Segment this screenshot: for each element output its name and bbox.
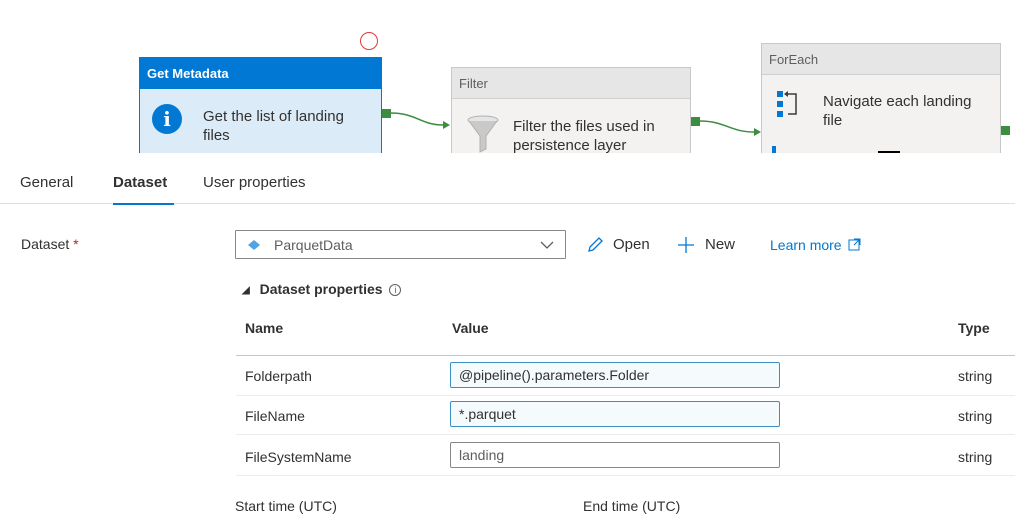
activity-get-metadata[interactable]: Get Metadata i Get the list of landing f… xyxy=(139,57,382,153)
table-divider xyxy=(236,355,1015,356)
activity-title: Filter xyxy=(452,68,690,99)
activity-description-line: Navigate each landing xyxy=(823,93,972,110)
property-value-input[interactable]: @pipeline().parameters.Folder xyxy=(450,362,780,388)
activity-description-line: Get the list of landing xyxy=(203,108,344,125)
foreach-icon xyxy=(777,91,797,117)
tab-dataset[interactable]: Dataset xyxy=(113,174,167,191)
pencil-icon xyxy=(588,237,603,252)
start-time-label: Start time (UTC) xyxy=(235,498,337,514)
row-divider xyxy=(236,475,1015,476)
filter-icon xyxy=(467,115,499,153)
active-tab-underline xyxy=(113,203,174,205)
dataset-select-value: ParquetData xyxy=(274,237,353,253)
tab-general[interactable]: General xyxy=(20,174,73,191)
chevron-down-icon xyxy=(540,241,554,249)
output-port[interactable] xyxy=(691,117,700,126)
property-value-input[interactable]: landing xyxy=(450,442,780,468)
dataset-icon xyxy=(248,240,260,250)
activity-foreach[interactable]: ForEach Navigate each landing file xyxy=(761,43,1001,153)
activity-filter[interactable]: Filter Filter the files used in persiste… xyxy=(451,67,691,153)
required-marker: * xyxy=(73,236,79,252)
dataset-properties-toggle[interactable]: ◢ Dataset properties i xyxy=(242,281,402,297)
property-name: FileName xyxy=(245,408,305,424)
collapse-triangle-icon: ◢ xyxy=(242,285,250,296)
property-type: string xyxy=(958,368,993,384)
learn-more-link[interactable]: Learn more xyxy=(770,237,861,253)
activity-description-line: persistence layer xyxy=(513,137,627,153)
property-value-input[interactable]: *.parquet xyxy=(450,401,780,427)
property-type: string xyxy=(958,449,993,465)
row-divider xyxy=(236,395,1015,396)
pipeline-canvas[interactable]: Get Metadata i Get the list of landing f… xyxy=(0,0,1015,153)
tab-user-properties[interactable]: User properties xyxy=(203,174,306,191)
activity-description-line: files xyxy=(203,127,230,144)
property-type: string xyxy=(958,408,993,424)
external-link-icon xyxy=(848,238,861,251)
column-header-name: Name xyxy=(245,320,284,336)
connector-arrow xyxy=(391,112,450,129)
row-divider xyxy=(236,434,1015,435)
plus-icon xyxy=(678,237,694,253)
property-name: Folderpath xyxy=(245,368,312,384)
activity-action-circle-icon[interactable] xyxy=(360,32,378,50)
activity-description-line: Filter the files used in xyxy=(513,118,655,135)
column-header-type: Type xyxy=(958,320,990,336)
activity-description-line: file xyxy=(823,112,843,129)
property-name: FileSystemName xyxy=(245,449,352,465)
dataset-label: Dataset * xyxy=(21,236,79,252)
connector-arrow xyxy=(700,120,761,136)
column-header-value: Value xyxy=(452,320,489,336)
output-port[interactable] xyxy=(382,109,391,118)
info-circle-icon: i xyxy=(389,284,402,296)
inner-activity-indicator xyxy=(772,146,776,153)
output-port[interactable] xyxy=(1001,126,1010,135)
activity-title: ForEach xyxy=(762,44,1000,75)
activity-title: Get Metadata xyxy=(140,58,381,89)
info-icon: i xyxy=(152,104,182,134)
properties-tab-bar: General Dataset User properties xyxy=(0,153,1015,204)
end-time-label: End time (UTC) xyxy=(583,498,681,514)
dataset-select[interactable]: ParquetData xyxy=(235,230,566,259)
